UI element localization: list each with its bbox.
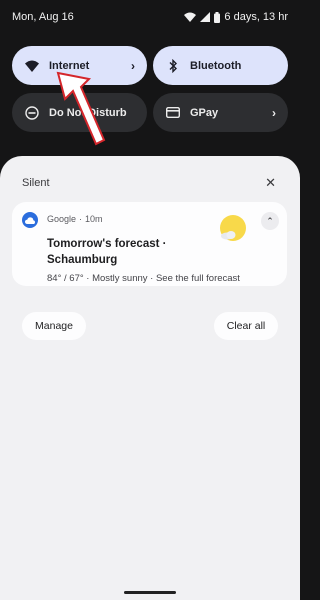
sunny-weather-icon [217, 214, 247, 244]
wifi-icon [24, 58, 40, 74]
close-icon[interactable]: ✕ [265, 175, 276, 191]
gesture-navigation-handle[interactable] [124, 591, 176, 594]
notification-app-name: Google [47, 214, 77, 224]
section-label-silent: Silent [22, 177, 50, 189]
quick-tile-do-not-disturb[interactable]: Do Not Disturb [12, 93, 147, 132]
notification-body: 84° / 67° · Mostly sunny · See the full … [47, 273, 240, 284]
bluetooth-icon [165, 58, 181, 74]
quick-tile-bluetooth[interactable]: Bluetooth [153, 46, 288, 85]
status-bar: Mon, Aug 16 6 days, 13 hr [0, 0, 300, 34]
quick-tile-label: Internet [49, 59, 90, 72]
do-not-disturb-icon [24, 105, 40, 121]
status-indicators: 6 days, 13 hr [184, 11, 288, 23]
notification-shade: Silent ✕ Google · 10m Tomorrow's forecas… [0, 156, 300, 600]
meta-separator: · [79, 214, 83, 224]
signal-icon [200, 12, 211, 22]
wifi-icon [184, 12, 197, 22]
weather-cloud-icon [22, 212, 38, 228]
chevron-right-icon: › [272, 105, 276, 120]
battery-remaining-text: 6 days, 13 hr [224, 11, 288, 23]
notification-time: 10m [85, 214, 103, 224]
quick-tile-internet[interactable]: Internet › [12, 46, 147, 85]
quick-tile-label: Do Not Disturb [49, 106, 127, 119]
quick-tile-gpay[interactable]: GPay › [153, 93, 288, 132]
notification-meta: Google · 10m [47, 214, 103, 224]
expand-collapse-button[interactable]: ⌃ [261, 212, 279, 230]
quick-tile-label: Bluetooth [190, 59, 242, 72]
notification-title: Tomorrow's forecast · Schaumburg [47, 238, 167, 266]
clear-all-button[interactable]: Clear all [214, 312, 278, 340]
manage-button[interactable]: Manage [22, 312, 86, 340]
battery-icon [214, 11, 221, 23]
chevron-right-icon: › [131, 58, 135, 73]
notification-card[interactable]: Google · 10m Tomorrow's forecast · Schau… [12, 202, 287, 286]
status-datetime: Mon, Aug 16 [12, 11, 74, 23]
quick-tile-label: GPay [190, 106, 219, 119]
wallet-card-icon [165, 105, 181, 121]
